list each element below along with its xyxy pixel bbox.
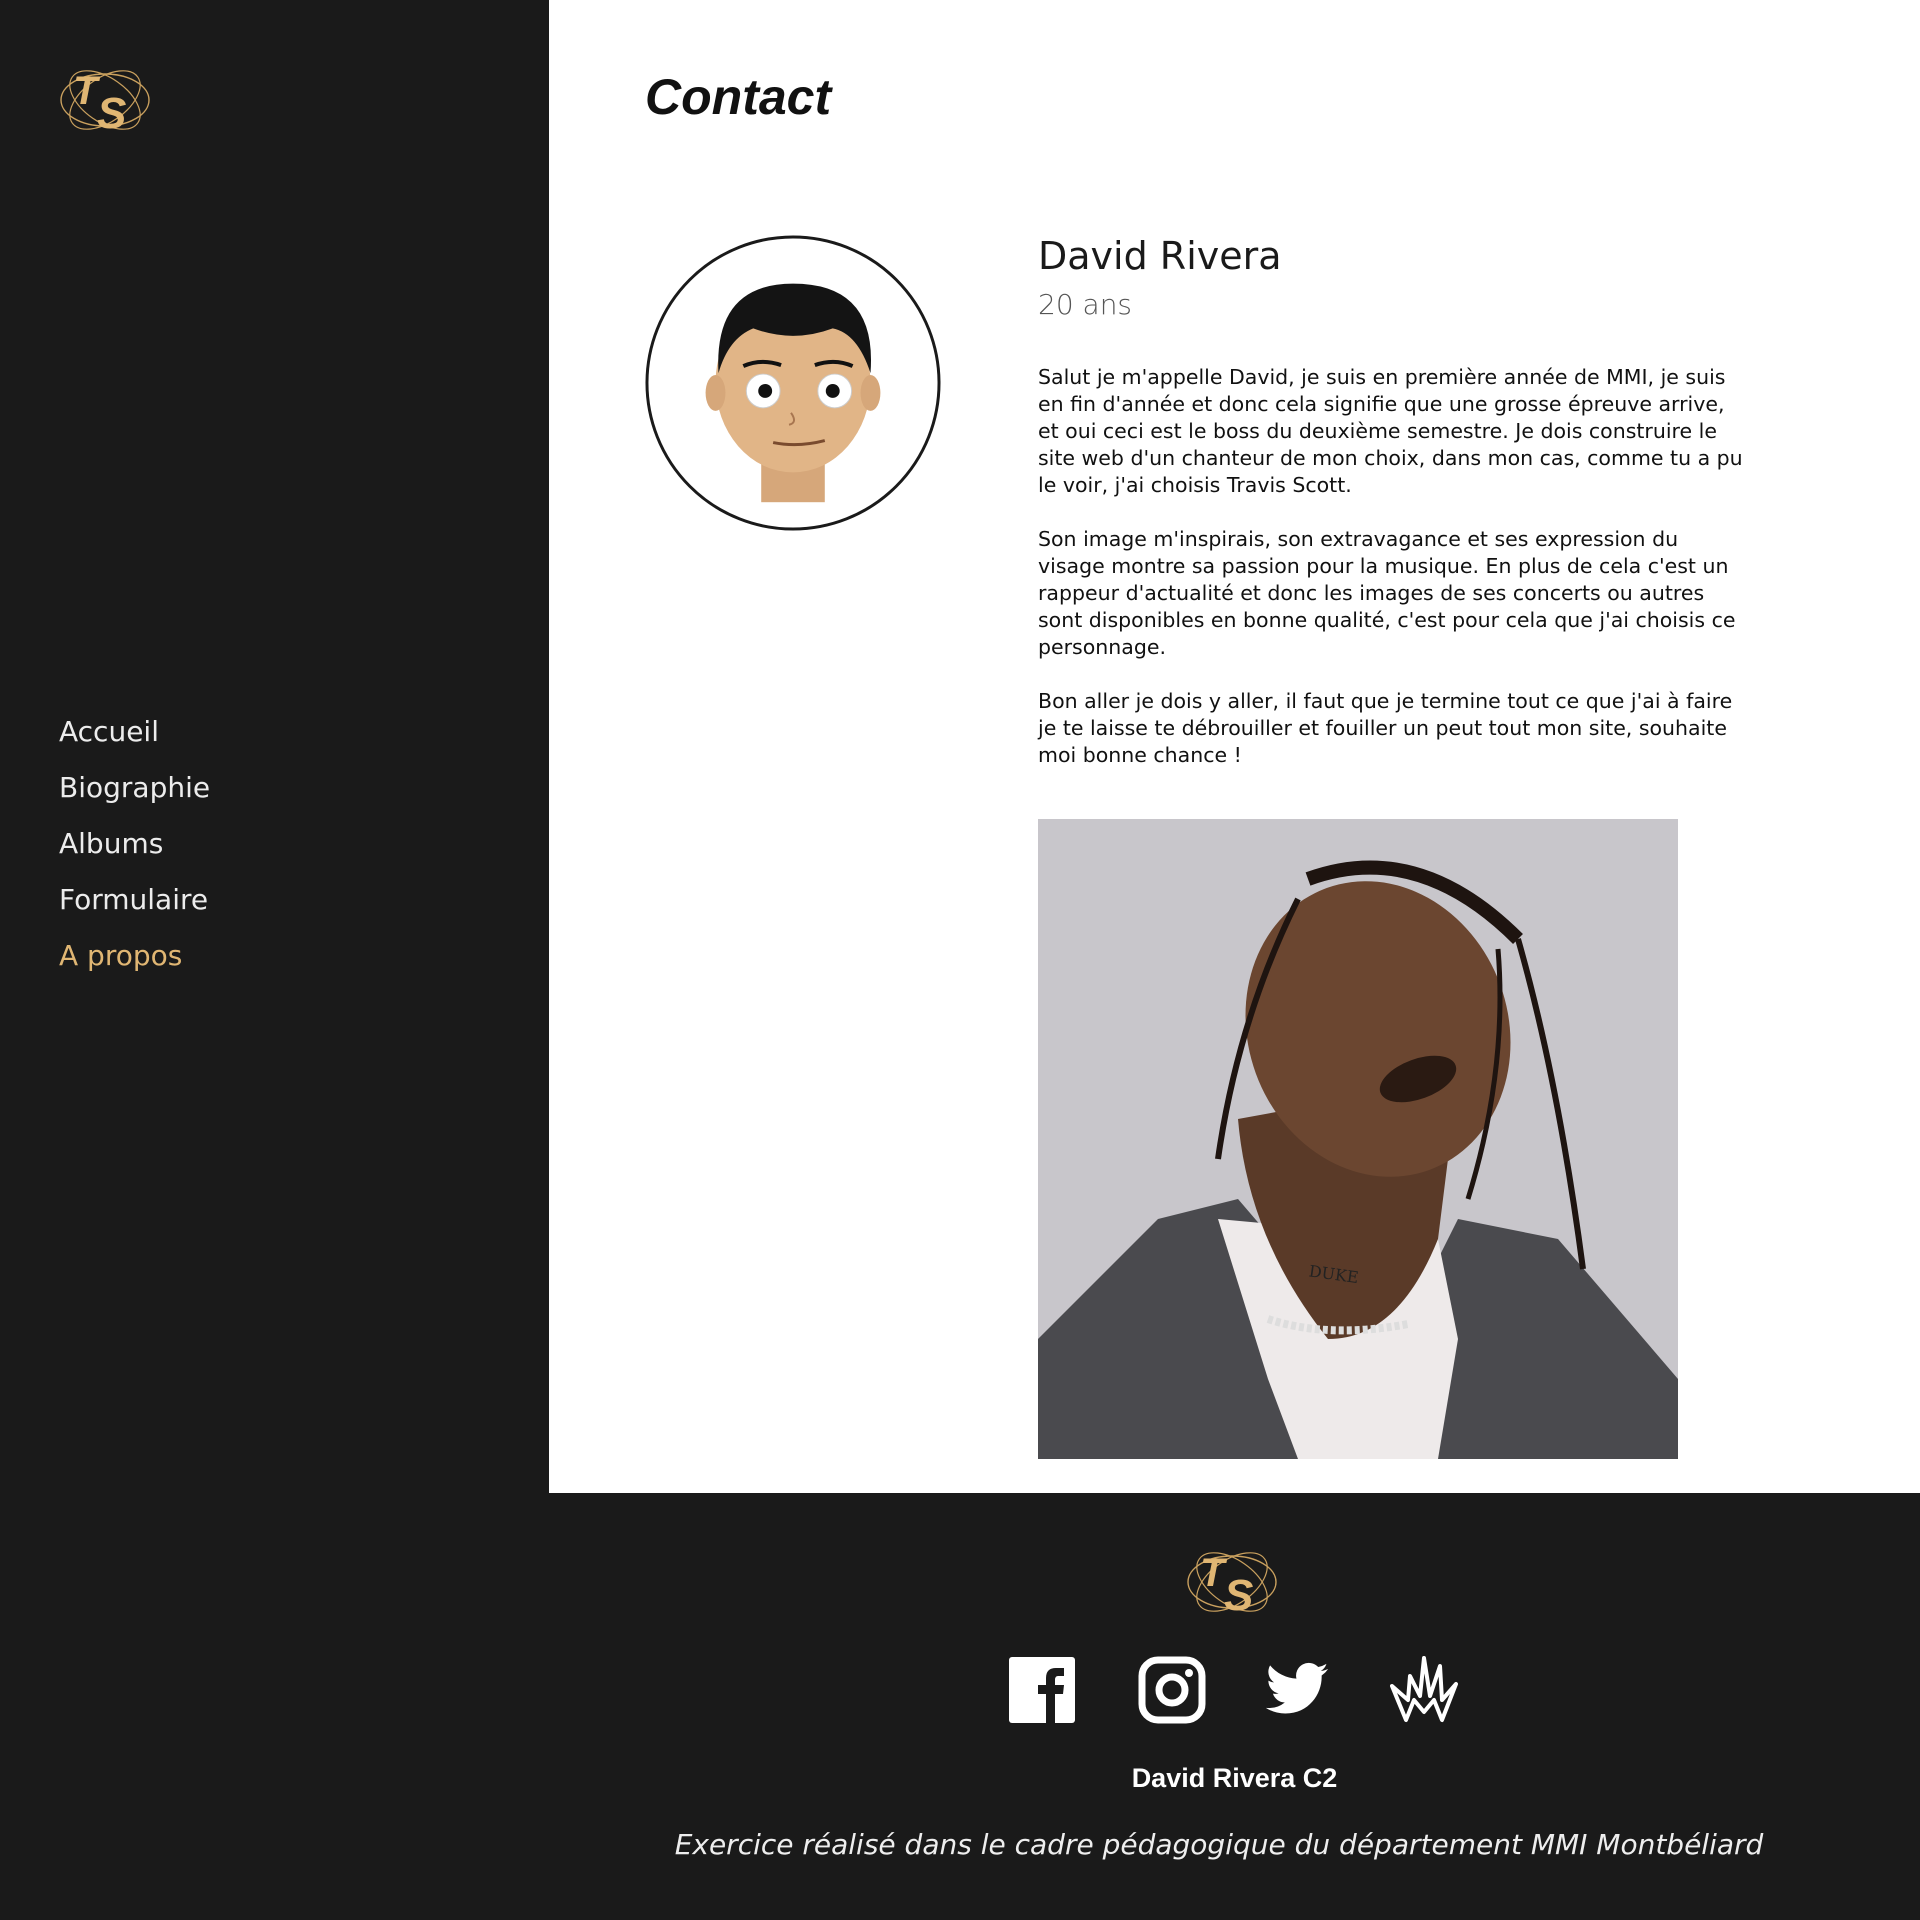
nav-accueil[interactable]: Accueil xyxy=(59,710,210,766)
main-nav: Accueil Biographie Albums Formulaire A p… xyxy=(59,710,210,990)
nav-biographie[interactable]: Biographie xyxy=(59,766,210,822)
cactus-jack-icon[interactable] xyxy=(1390,1656,1458,1724)
nav-a-propos[interactable]: A propos xyxy=(59,934,210,990)
profile-age: 20 ans xyxy=(1038,288,1133,321)
travis-scott-portrait: DUKE xyxy=(1038,819,1678,1459)
sidebar: Accueil Biographie Albums Formulaire A p… xyxy=(0,0,549,1493)
footer-name: David Rivera C2 xyxy=(1131,1763,1338,1793)
instagram-icon[interactable] xyxy=(1138,1656,1206,1724)
bio: Salut je m'appelle David, je suis en pre… xyxy=(1038,364,1750,796)
bio-paragraph: Son image m'inspirais, son extravagance … xyxy=(1038,527,1736,659)
footer-ts-logo[interactable] xyxy=(1186,1542,1278,1622)
main-content: Contact David Rivera 20 ans Salut je m'a… xyxy=(549,0,1920,1493)
footer-credit: Exercice réalisé dans le cadre pédagogiq… xyxy=(674,1828,1764,1861)
bio-paragraph: Bon aller je dois y aller, il faut que j… xyxy=(1038,689,1733,767)
twitter-icon[interactable] xyxy=(1263,1656,1331,1724)
profile-name: David Rivera xyxy=(1038,234,1282,278)
page-title: Contact xyxy=(645,69,832,125)
nav-formulaire[interactable]: Formulaire xyxy=(59,878,210,934)
facebook-icon[interactable] xyxy=(1008,1656,1076,1724)
avatar xyxy=(645,235,941,531)
bio-paragraph: Salut je m'appelle David, je suis en pre… xyxy=(1038,365,1743,497)
ts-logo[interactable] xyxy=(59,60,151,140)
nav-albums[interactable]: Albums xyxy=(59,822,210,878)
